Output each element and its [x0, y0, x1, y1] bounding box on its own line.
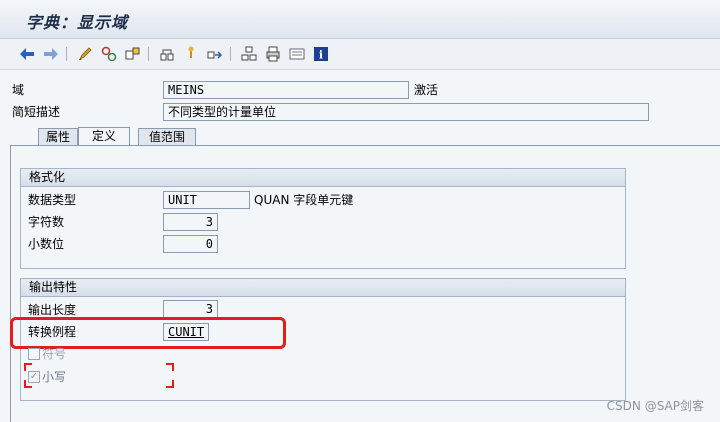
screen-icon[interactable]: [288, 45, 306, 63]
focus-corner-br: [166, 380, 174, 388]
output-group-title: 输出特性: [21, 279, 625, 297]
length-label: 字符数: [28, 215, 65, 229]
sign-label: 符号: [42, 347, 67, 361]
forward-arrow-icon[interactable]: [42, 45, 60, 63]
svg-text:i: i: [319, 49, 323, 62]
domain-label: 域: [12, 83, 25, 97]
data-type-field[interactable]: UNIT: [163, 191, 250, 209]
focus-corner-tr: [166, 363, 174, 371]
edit-pencil-icon[interactable]: [76, 45, 94, 63]
output-length-field[interactable]: 3: [163, 300, 218, 318]
where-used-icon[interactable]: [158, 45, 176, 63]
short-desc-label: 简短描述: [12, 105, 61, 119]
lowercase-label: 小写: [42, 370, 67, 384]
short-desc-field[interactable]: 不同类型的计量单位: [163, 103, 649, 121]
focus-corner-bl: [24, 380, 32, 388]
data-type-label: 数据类型: [28, 193, 77, 207]
data-type-description: QUAN 字段单元键: [254, 193, 354, 207]
format-group-title: 格式化: [21, 169, 625, 187]
hierarchy-icon[interactable]: [124, 45, 142, 63]
pin-icon[interactable]: [182, 45, 200, 63]
other-object-icon[interactable]: [100, 45, 118, 63]
focus-corner-tl: [24, 363, 32, 371]
status-text: 激活: [414, 83, 439, 97]
print-icon[interactable]: [264, 45, 282, 63]
tab-attributes[interactable]: 属性: [38, 128, 78, 146]
tab-definition[interactable]: 定义: [78, 127, 130, 146]
display-object-list-icon[interactable]: [240, 45, 258, 63]
title-bar: 字典：显示域: [0, 0, 720, 39]
back-arrow-icon[interactable]: [18, 45, 36, 63]
tab-value-range[interactable]: 值范围: [138, 128, 196, 146]
decimals-field[interactable]: 0: [163, 235, 218, 253]
navigate-icon[interactable]: [206, 45, 224, 63]
domain-field[interactable]: MEINS: [163, 81, 409, 99]
toolbar: i: [0, 39, 720, 70]
length-field[interactable]: 3: [163, 213, 218, 231]
watermark: CSDN @SAP剑客: [606, 399, 704, 413]
decimals-label: 小数位: [28, 237, 65, 251]
sign-checkbox[interactable]: [28, 348, 40, 360]
format-group: 格式化: [20, 168, 626, 269]
window-title: 字典：显示域: [26, 13, 129, 32]
info-icon[interactable]: i: [312, 45, 330, 63]
